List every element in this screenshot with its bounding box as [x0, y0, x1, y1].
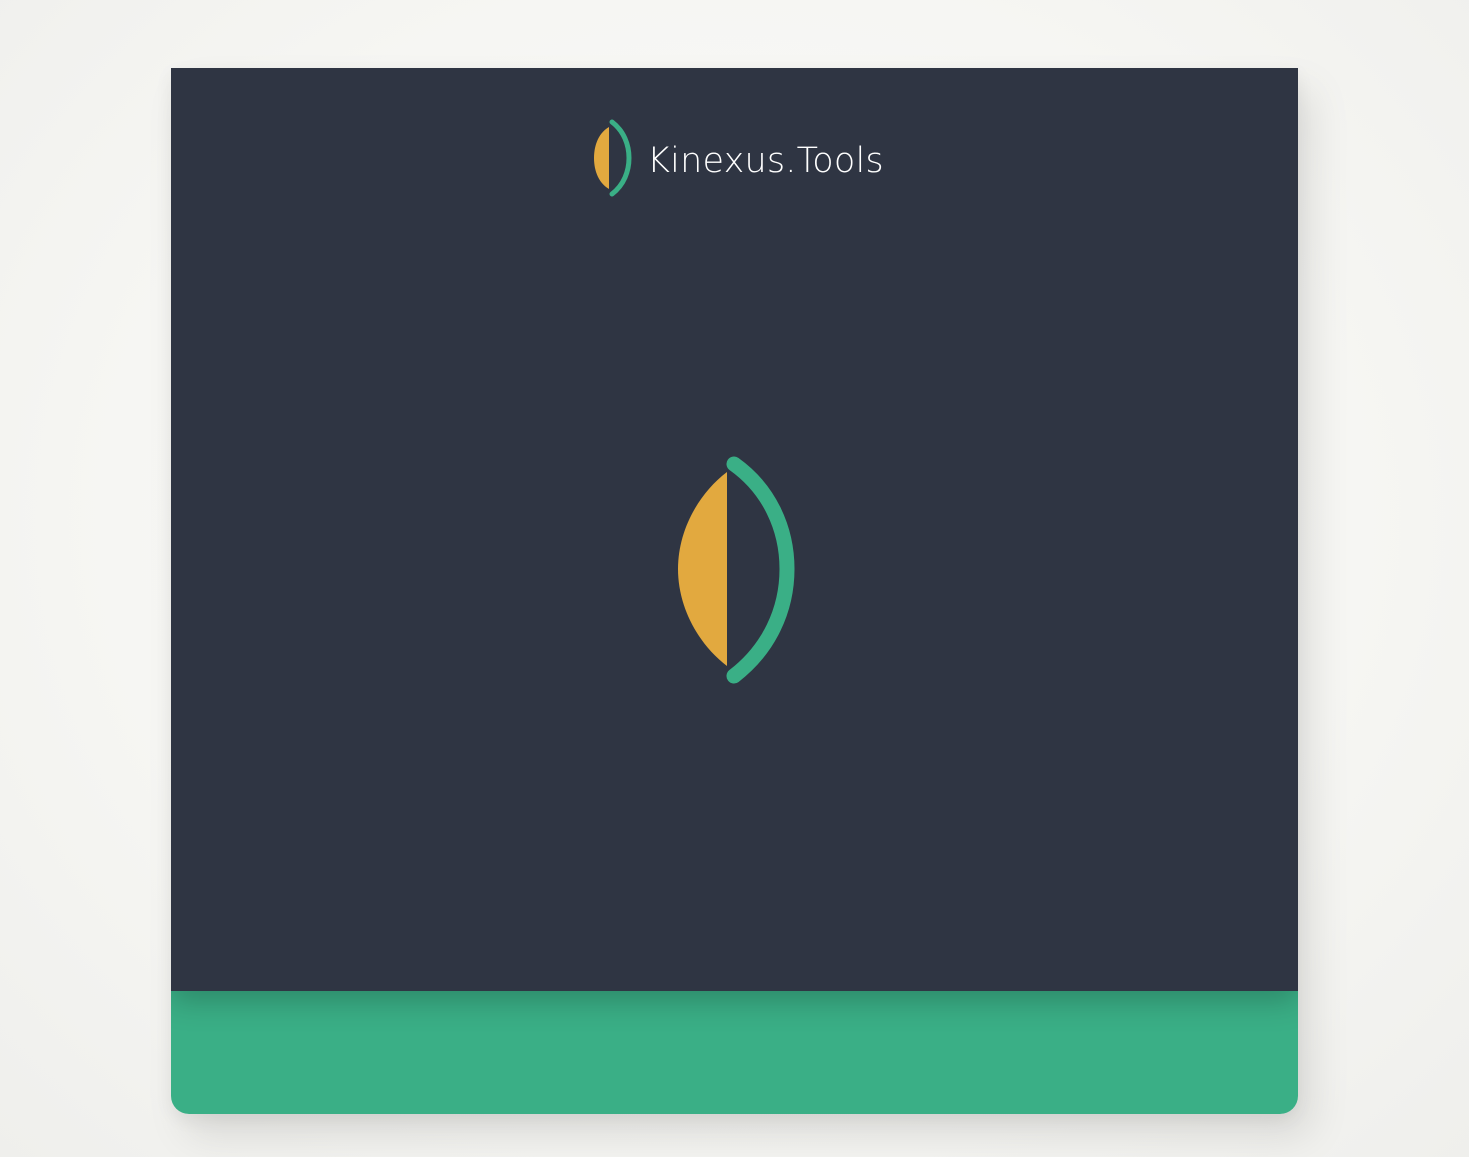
brand-header: Kinexus.Tools [591, 118, 884, 198]
footer-band [171, 991, 1298, 1114]
brand-name: Kinexus.Tools [647, 140, 884, 181]
hero-leaf-mark-icon [678, 456, 795, 684]
leaf-mark-icon [594, 119, 632, 197]
splash-panel: Kinexus.Tools [171, 68, 1298, 991]
splash-card: Kinexus.Tools [171, 68, 1298, 1114]
